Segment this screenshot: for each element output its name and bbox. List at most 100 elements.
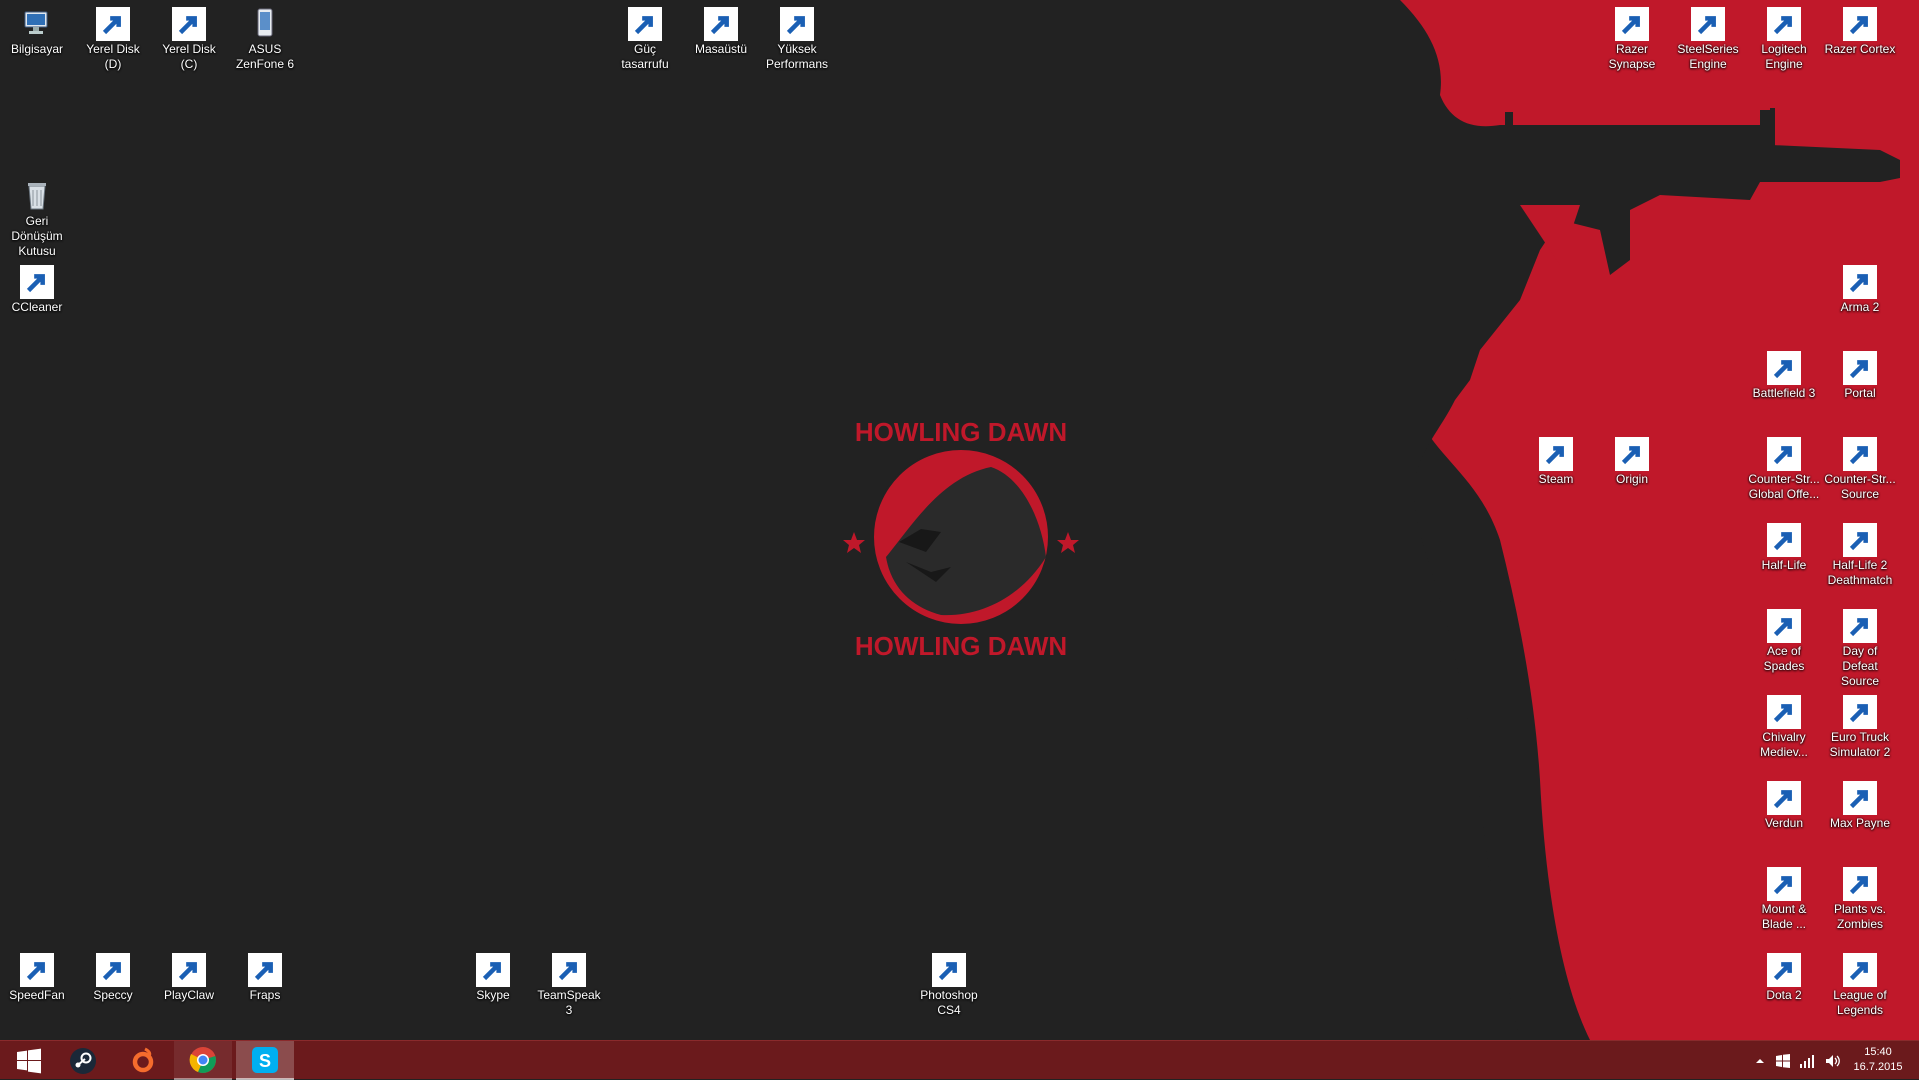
shortcut-arrow-icon (628, 7, 662, 41)
desktop-icon-masaustu[interactable]: Masaüstü (683, 0, 759, 57)
logo-text-top: HOWLING DAWN (855, 417, 1067, 447)
shortcut-arrow-icon (1843, 523, 1877, 557)
game-icon (1843, 522, 1877, 557)
logo-text-bottom: HOWLING DAWN (855, 631, 1067, 661)
shortcut-arrow-icon (1843, 781, 1877, 815)
shortcut-arrow-icon (248, 953, 282, 987)
desktop-icon-max-payne[interactable]: Max Payne (1822, 774, 1898, 831)
start-button[interactable] (0, 1041, 58, 1080)
desktop-icon-photoshop-cs4[interactable]: Ps Photoshop CS4 (911, 946, 987, 1018)
desktop-icon-ace-of-spades[interactable]: AS Ace of Spades (1746, 602, 1822, 674)
game-icon (1843, 866, 1877, 901)
drive-icon (96, 6, 130, 41)
desktop-icon-chivalry[interactable]: Chivalry Mediev... (1746, 688, 1822, 760)
shortcut-arrow-icon (780, 7, 814, 41)
phone-icon (248, 6, 282, 40)
ccleaner-icon (20, 264, 54, 299)
desktop-icon-razer-cortex[interactable]: Razer Cortex (1822, 0, 1898, 57)
desktop-icon-logitech-engine[interactable]: Logitech Engine (1746, 0, 1822, 72)
game-icon (1767, 522, 1801, 557)
shortcut-arrow-icon (172, 7, 206, 41)
desktop-icon-ccleaner[interactable]: CCleaner (0, 258, 75, 315)
desktop-icon-half-life[interactable]: Half-Life (1746, 516, 1822, 573)
taskbar-skype[interactable]: S (236, 1041, 294, 1080)
desktop-icon-counter-strike-go[interactable]: GO Counter-Str... Global Offe... (1746, 430, 1822, 502)
desktop-icon-razer-synapse[interactable]: Razer Synapse (1594, 0, 1670, 72)
shortcut-arrow-icon (1539, 437, 1573, 471)
taskbar-chrome[interactable] (174, 1041, 232, 1080)
desktop-icon-fraps[interactable]: 99 Fraps (227, 946, 303, 1003)
shortcut-arrow-icon (1767, 609, 1801, 643)
battery-icon (780, 6, 814, 41)
desktop-icon-portal[interactable]: Portal (1822, 344, 1898, 401)
tray-overflow-button[interactable] (1752, 1041, 1768, 1080)
desktop-icon-teamspeak-3[interactable]: TeamSpeak 3 (531, 946, 607, 1018)
shortcut-arrow-icon (96, 953, 130, 987)
desktop-icon-verdun[interactable]: Verdun (1746, 774, 1822, 831)
shortcut-arrow-icon (1767, 523, 1801, 557)
tray-network[interactable] (1797, 1041, 1819, 1080)
razer-icon (1615, 6, 1649, 41)
game-icon (1843, 350, 1877, 385)
shortcut-arrow-icon (1843, 265, 1877, 299)
taskbar-origin[interactable] (114, 1041, 172, 1080)
origin-icon (132, 1047, 154, 1072)
clock-date: 16.7.2015 (1853, 1061, 1903, 1073)
desktop-icon-yuksek-performans[interactable]: Yüksek Performans (759, 0, 835, 72)
desktop-icon-mount-and-blade[interactable]: Mount & Blade ... (1746, 860, 1822, 932)
shortcut-arrow-icon (1767, 953, 1801, 987)
desktop-icon-yerel-disk-c[interactable]: Yerel Disk (C) (151, 0, 227, 72)
desktop-icon-skype[interactable]: S Skype (455, 946, 531, 1003)
game-icon: GO (1767, 436, 1801, 471)
game-icon (1843, 780, 1877, 815)
game-icon (1843, 952, 1877, 987)
desktop-icon-playclaw[interactable]: PlayClaw (151, 946, 227, 1003)
desktop-icon-speedfan[interactable]: SpeedFan (0, 946, 75, 1003)
desktop-icon-arma-2[interactable]: A2 Arma 2 (1822, 258, 1898, 315)
desktop-icon-recycle-bin[interactable]: Geri Dönüşüm Kutusu (0, 172, 75, 259)
shortcut-arrow-icon (1767, 7, 1801, 41)
shortcut-arrow-icon (1843, 7, 1877, 41)
desktop-icon-euro-truck-simulator-2[interactable]: Euro Truck Simulator 2 (1822, 688, 1898, 760)
speccy-icon (96, 952, 130, 987)
desktop-icon-counter-strike-source[interactable]: Counter-Str... Source (1822, 430, 1898, 502)
shortcut-arrow-icon (1767, 437, 1801, 471)
desktop-icon-dota-2[interactable]: Dota 2 (1746, 946, 1822, 1003)
chrome-icon (189, 1046, 216, 1073)
battery-icon (704, 6, 738, 41)
tray-action-center[interactable] (1772, 1041, 1794, 1080)
shortcut-arrow-icon (1843, 609, 1877, 643)
desktop-icon-league-of-legends[interactable]: League of Legends (1822, 946, 1898, 1018)
taskbar-steam[interactable] (54, 1041, 112, 1080)
desktop-icon-plants-vs-zombies[interactable]: Plants vs. Zombies (1822, 860, 1898, 932)
taskbar-clock[interactable]: 15:40 16.7.2015 (1843, 1045, 1913, 1075)
desktop-icon-day-of-defeat-source[interactable]: Day of Defeat Source (1822, 602, 1898, 689)
shortcut-arrow-icon (20, 265, 54, 299)
shortcut-arrow-icon (1615, 437, 1649, 471)
desktop-icon-asus-zenfone[interactable]: ASUS ZenFone 6 (227, 0, 303, 72)
game-icon (1767, 694, 1801, 729)
shortcut-arrow-icon (1767, 867, 1801, 901)
logitech-icon (1767, 6, 1801, 41)
desktop-icon-half-life-2-deathmatch[interactable]: Half-Life 2 Deathmatch (1822, 516, 1898, 588)
desktop-icon-yerel-disk-d[interactable]: Yerel Disk (D) (75, 0, 151, 72)
shortcut-arrow-icon (1843, 953, 1877, 987)
game-icon (1843, 436, 1877, 471)
desktop-icon-bilgisayar[interactable]: Bilgisayar (0, 0, 75, 57)
desktop-icon-battlefield-3[interactable]: Battlefield 3 (1746, 344, 1822, 401)
desktop-icon-origin[interactable]: Origin (1594, 430, 1670, 487)
shortcut-arrow-icon (1615, 7, 1649, 41)
game-icon (1843, 694, 1877, 729)
windows-logo-icon (17, 1048, 41, 1073)
desktop-icon-speccy[interactable]: Speccy (75, 946, 151, 1003)
razer-icon (1843, 6, 1877, 41)
desktop-icon-steelseries-engine[interactable]: SteelSeries Engine (1670, 0, 1746, 72)
skype-icon: S (476, 952, 510, 987)
fraps-icon: 99 (248, 952, 282, 987)
desktop-icon-guc-tasarrufu[interactable]: Güç tasarrufu (607, 0, 683, 72)
shortcut-arrow-icon (1843, 867, 1877, 901)
tray-volume[interactable] (1822, 1041, 1844, 1080)
shortcut-arrow-icon (476, 953, 510, 987)
game-icon (1843, 608, 1877, 643)
desktop-icon-steam[interactable]: Steam (1518, 430, 1594, 487)
